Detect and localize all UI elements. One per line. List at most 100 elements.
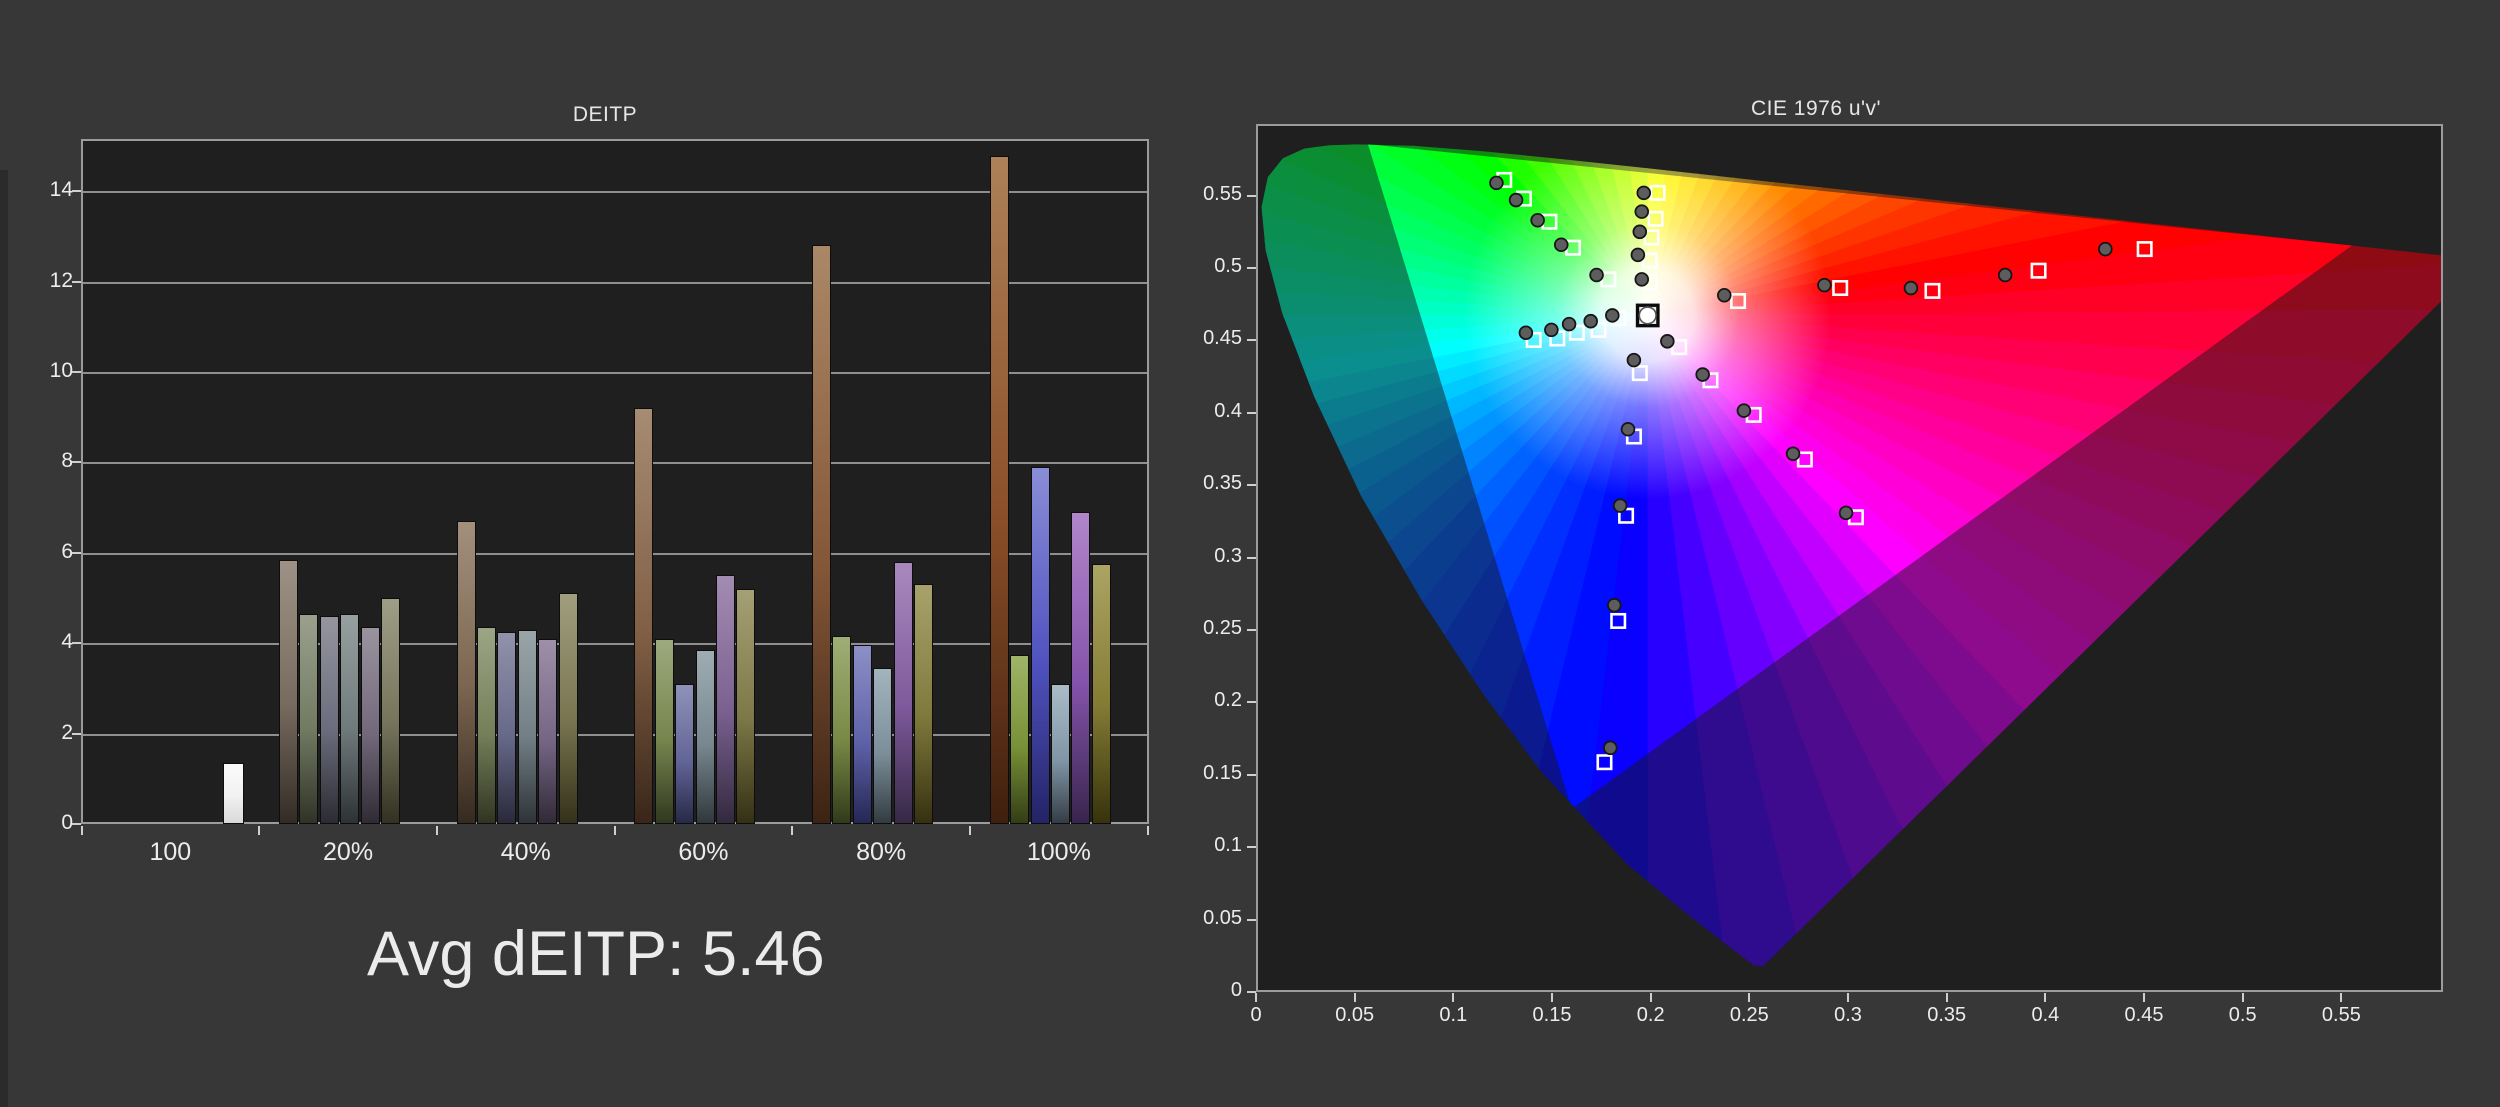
bar-80%-red: [812, 245, 831, 824]
cie-x-label-0.05: 0.05: [1335, 1004, 1375, 1026]
cie-x-tick-0.25: [1748, 993, 1751, 1002]
bar-100%-magenta: [1071, 512, 1091, 824]
cie-y-label-0.4: 0.4: [1214, 399, 1242, 422]
cie-x-label-0: 0: [1250, 1004, 1262, 1026]
x-axis-tick-2: [435, 826, 438, 835]
cie-y-tick-0.55: [1247, 194, 1256, 197]
bar-100%-yellow: [1091, 564, 1111, 824]
cie-y-label-0.25: 0.25: [1203, 616, 1242, 639]
cie-y-label-0.15: 0.15: [1203, 761, 1242, 784]
cie-y-tick-0.05: [1247, 918, 1256, 921]
cie-x-tick-0.2: [1649, 993, 1652, 1002]
cie-y-label-0.05: 0.05: [1203, 906, 1242, 929]
cie-x-label-0.4: 0.4: [2031, 1004, 2060, 1026]
measured-point-cyan-100%: [1518, 325, 1534, 341]
gridline-y-2: [83, 733, 1147, 736]
cie-x-tick-0.4: [2044, 993, 2047, 1002]
bar-20%-green: [299, 613, 319, 824]
cie-y-tick-0.45: [1247, 339, 1256, 342]
measured-point-magenta-60%: [1736, 403, 1752, 418]
measured-point-blue-60%: [1612, 498, 1628, 513]
measured-point-green-20%: [1589, 267, 1604, 283]
bar-20%-yellow: [380, 598, 400, 824]
x-axis-label-100%: 100%: [1026, 838, 1091, 866]
cie-x-tick-0.45: [2143, 993, 2146, 1002]
bar-60%-red: [634, 408, 654, 824]
cie-x-label-0.5: 0.5: [2228, 1004, 2257, 1026]
measured-point-magenta-20%: [1660, 334, 1675, 349]
bar-80%-cyan: [873, 668, 893, 824]
bar-20%-magenta: [360, 627, 380, 824]
bar-80%-blue: [852, 645, 872, 824]
bar-100%-cyan: [1050, 683, 1070, 824]
cie-x-label-0.3: 0.3: [1834, 1004, 1862, 1026]
bar-60%-cyan: [695, 649, 715, 824]
cie-y-tick-0: [1247, 991, 1256, 993]
cie-y-tick-0.3: [1247, 556, 1256, 559]
measured-point-yellow-80%: [1634, 204, 1650, 219]
measured-point-blue-20%: [1626, 352, 1642, 368]
cie-y-tick-0.2: [1247, 701, 1256, 704]
x-axis-tick-4: [791, 826, 794, 835]
y-axis-label-2: 2: [61, 720, 73, 744]
cie-x-label-0.1: 0.1: [1439, 1004, 1468, 1026]
bar-40%-green: [477, 627, 496, 824]
x-axis-label-100: 100: [149, 838, 192, 866]
cie-y-tick-0.4: [1247, 411, 1256, 414]
cie-y-label-0.35: 0.35: [1203, 472, 1242, 495]
x-axis-tick-0: [80, 826, 83, 835]
bar-100%-green: [1010, 654, 1030, 824]
measured-point-magenta-100%: [1838, 505, 1854, 521]
deitp-chart-title: DEITP: [572, 103, 638, 126]
y-axis-tick-14: [72, 190, 81, 193]
bar-20%-red: [278, 559, 298, 824]
y-axis-tick-12: [72, 280, 81, 283]
cie-x-tick-0.1: [1452, 993, 1455, 1002]
measured-point-blue-40%: [1620, 422, 1636, 437]
x-axis-tick-1: [258, 826, 261, 835]
cie-x-label-0.15: 0.15: [1532, 1004, 1572, 1026]
white-point-measured: [1638, 306, 1657, 325]
measured-point-magenta-80%: [1785, 446, 1801, 462]
gridline-y-10: [83, 372, 1147, 374]
measured-point-magenta-40%: [1695, 367, 1710, 382]
measured-point-red-100%: [2098, 241, 2113, 257]
measured-point-green-60%: [1530, 212, 1545, 228]
gridline-y-12: [83, 281, 1147, 284]
cie-plot-area: [1256, 124, 2443, 992]
bar-40%-yellow: [558, 593, 578, 824]
bar-20%-cyan: [340, 613, 360, 824]
y-axis-label-4: 4: [61, 630, 73, 654]
bar-60%-blue: [675, 683, 695, 824]
cie-y-tick-0.1: [1247, 846, 1256, 849]
x-axis-label-80%: 80%: [856, 838, 907, 866]
cie-y-label-0.2: 0.2: [1214, 689, 1242, 712]
measured-point-green-80%: [1508, 192, 1524, 208]
measured-point-red-40%: [1817, 277, 1832, 293]
cie-y-tick-0.35: [1247, 484, 1256, 487]
y-axis-label-10: 10: [49, 359, 73, 382]
cie-y-tick-0.5: [1247, 266, 1256, 269]
bar-100-white: [223, 762, 244, 824]
measured-point-yellow-40%: [1630, 247, 1646, 263]
cie-x-label-0.35: 0.35: [1927, 1004, 1967, 1026]
cie-y-label-0.5: 0.5: [1214, 254, 1242, 277]
x-axis-tick-3: [613, 826, 616, 835]
bar-100%-blue: [1030, 466, 1050, 824]
bar-60%-green: [654, 638, 674, 824]
left-edge-strip: [0, 170, 8, 1107]
cie-x-label-0.45: 0.45: [2124, 1004, 2164, 1026]
deitp-plot-area: [81, 139, 1149, 824]
y-axis-label-6: 6: [61, 539, 73, 563]
cie-y-label-0.3: 0.3: [1214, 544, 1242, 567]
y-axis-tick-10: [72, 371, 81, 373]
measured-point-cyan-60%: [1561, 316, 1577, 332]
cie-x-tick-0: [1255, 993, 1257, 1002]
x-axis-label-20%: 20%: [323, 838, 374, 866]
measured-point-yellow-20%: [1634, 272, 1650, 287]
y-axis-label-12: 12: [49, 268, 73, 292]
y-axis-tick-6: [72, 551, 81, 554]
cie-x-tick-0.35: [1945, 993, 1948, 1002]
y-axis-label-14: 14: [49, 178, 73, 202]
calibration-report-page: DEITP 0 2 4 6 8 10 12 14 100 20% 40% 60% 80% 100% Avg…: [0, 0, 2500, 1107]
